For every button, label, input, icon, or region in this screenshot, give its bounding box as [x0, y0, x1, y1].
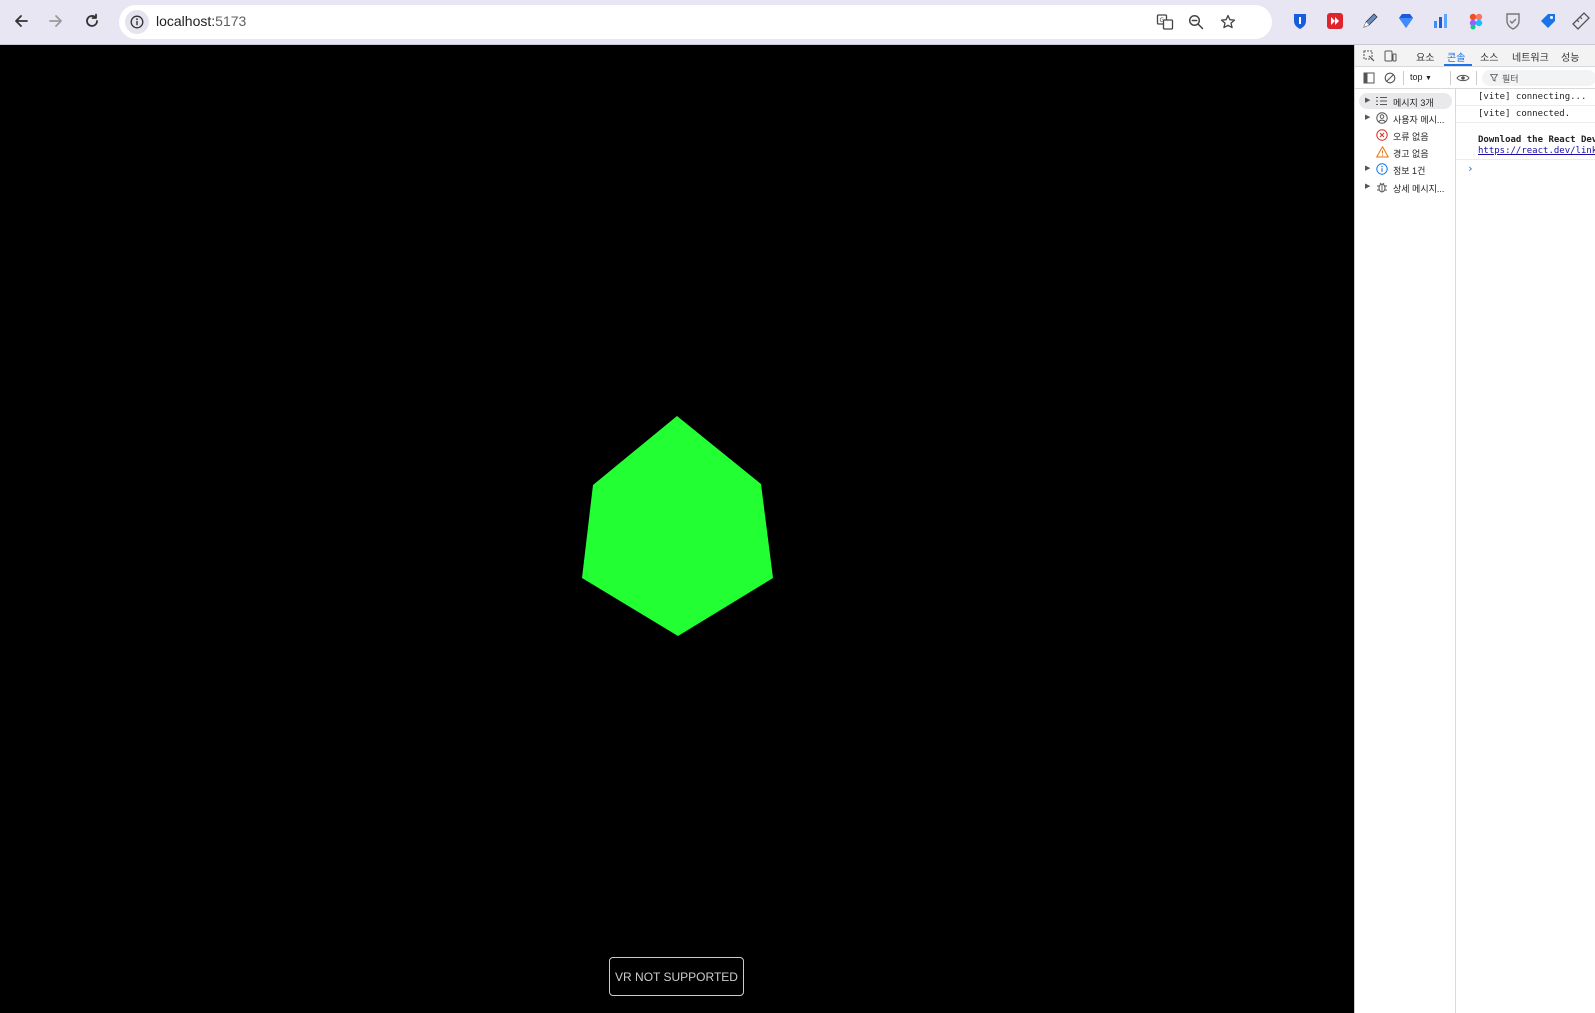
extension-color-picker[interactable] [1360, 11, 1380, 31]
info-circle-icon [130, 15, 144, 29]
extension-tag[interactable] [1538, 11, 1558, 31]
figma-icon [1469, 13, 1483, 30]
context-selector-label: top [1410, 72, 1423, 82]
sidebar-label: 상세 메시지... [1393, 184, 1445, 194]
sidebar-label: 메시지 3개 [1393, 98, 1434, 108]
console-sidebar: ▶ 메시지 3개 ▶ 사용자 메시... 오류 없음 경고 없음 ▶ 정보 1건… [1355, 89, 1456, 1013]
list-icon [1376, 96, 1387, 106]
shield-check-icon [1506, 13, 1520, 30]
webgl-canvas[interactable] [0, 45, 1354, 1013]
filter-placeholder: 필터 [1502, 74, 1519, 84]
reload-button[interactable] [81, 10, 103, 32]
zoom-out-icon [1188, 14, 1204, 30]
url-text: localhost:5173 [156, 13, 246, 29]
tab-performance[interactable]: 성능 [1561, 49, 1579, 64]
filter-icon [1490, 74, 1498, 82]
console-divider [1456, 159, 1595, 160]
reload-icon [86, 13, 98, 27]
shield-icon [1294, 14, 1306, 29]
extension-gem[interactable] [1396, 11, 1416, 31]
toolbar-divider [1403, 71, 1404, 85]
ruler-icon [1572, 12, 1590, 30]
vr-button[interactable]: VR NOT SUPPORTED [609, 957, 744, 996]
diamond-icon [1399, 14, 1413, 28]
chevron-down-icon: ▼ [1425, 75, 1432, 82]
toolbar-divider-2 [1450, 71, 1451, 85]
forward-button[interactable] [45, 10, 67, 32]
tab-elements[interactable]: 요소 [1416, 49, 1434, 64]
site-info-button[interactable] [125, 10, 149, 34]
eye-icon[interactable] [1456, 73, 1470, 83]
console-log-line: [vite] connected. [1456, 106, 1595, 123]
inspect-element-icon[interactable] [1363, 50, 1375, 62]
zoom-button[interactable] [1186, 12, 1206, 32]
sidebar-label: 사용자 메시... [1393, 115, 1445, 125]
react-devtools-message: Download the React Dev [1478, 135, 1595, 145]
tag-icon [1541, 14, 1555, 28]
sidebar-item-verbose[interactable]: ▶ 상세 메시지... [1355, 179, 1455, 195]
caret-right-icon: ▶ [1365, 97, 1371, 104]
sidebar-toggle-icon[interactable] [1363, 72, 1375, 84]
bar-chart-icon [1434, 14, 1447, 28]
info-icon [1376, 163, 1388, 175]
extension-figma[interactable] [1466, 11, 1486, 31]
extension-video-speed[interactable] [1325, 11, 1345, 31]
error-icon [1376, 129, 1388, 141]
console-toolbar: top ▼ 필터 [1355, 67, 1595, 89]
arrow-right-icon [49, 15, 62, 27]
url-host: localhost: [156, 13, 216, 29]
device-toggle-icon[interactable] [1384, 50, 1397, 62]
user-icon [1376, 112, 1388, 124]
bookmark-button[interactable] [1218, 12, 1238, 32]
console-output[interactable]: [vite] connecting... [vite] connected. D… [1456, 89, 1595, 1013]
sidebar-item-warnings[interactable]: 경고 없음 [1355, 144, 1455, 160]
browser-toolbar: localhost:5173 G [0, 0, 1595, 45]
tab-network[interactable]: 네트워크 [1512, 49, 1549, 64]
extension-bitwarden[interactable] [1290, 11, 1310, 31]
translate-button[interactable]: G [1155, 12, 1175, 32]
sidebar-item-messages[interactable]: ▶ 메시지 3개 [1359, 93, 1452, 109]
console-prompt[interactable]: › [1467, 162, 1474, 175]
svg-text:G: G [1160, 17, 1165, 24]
sidebar-item-user-messages[interactable]: ▶ 사용자 메시... [1355, 110, 1455, 126]
clear-console-icon[interactable] [1384, 72, 1396, 84]
toolbar-divider-3 [1476, 71, 1477, 85]
react-devtools-link[interactable]: https://react.dev/link [1478, 146, 1595, 156]
devtools-panel: 요소 콘솔 소스 네트워크 성능 top ▼ 필터 ▶ 메시지 3개 ▶ 사용자… [1354, 45, 1595, 1013]
arrow-left-icon [15, 15, 28, 27]
filter-input[interactable]: 필터 [1482, 70, 1595, 86]
translate-icon: G [1156, 14, 1174, 30]
star-icon [1220, 14, 1236, 29]
extension-ruler[interactable] [1571, 11, 1591, 31]
tab-console[interactable]: 콘솔 [1447, 49, 1465, 64]
tab-sources[interactable]: 소스 [1480, 49, 1498, 64]
active-tab-indicator [1444, 64, 1472, 66]
sidebar-label: 경고 없음 [1393, 149, 1429, 159]
address-bar[interactable]: localhost:5173 G [119, 5, 1272, 39]
caret-right-icon: ▶ [1365, 183, 1371, 190]
extension-privacy[interactable] [1503, 11, 1523, 31]
sidebar-label: 오류 없음 [1393, 132, 1429, 142]
extension-charts[interactable] [1431, 11, 1451, 31]
devtools-tabbar: 요소 콘솔 소스 네트워크 성능 [1355, 45, 1595, 67]
caret-right-icon: ▶ [1365, 165, 1371, 172]
caret-right-icon: ▶ [1365, 114, 1371, 121]
back-button[interactable] [10, 10, 32, 32]
pen-icon [1363, 13, 1378, 28]
warning-icon [1376, 146, 1389, 158]
page-viewport[interactable]: VR NOT SUPPORTED [0, 45, 1354, 1013]
context-selector[interactable]: top ▼ [1410, 72, 1432, 82]
green-cube-shape [582, 416, 773, 636]
console-log-line: [vite] connecting... [1456, 89, 1595, 106]
sidebar-item-info[interactable]: ▶ 정보 1건 [1355, 161, 1455, 177]
sidebar-label: 정보 1건 [1393, 166, 1426, 176]
sidebar-item-errors[interactable]: 오류 없음 [1355, 127, 1455, 143]
url-port: 5173 [215, 13, 247, 29]
bug-icon [1377, 182, 1387, 193]
fast-forward-icon [1327, 13, 1343, 29]
